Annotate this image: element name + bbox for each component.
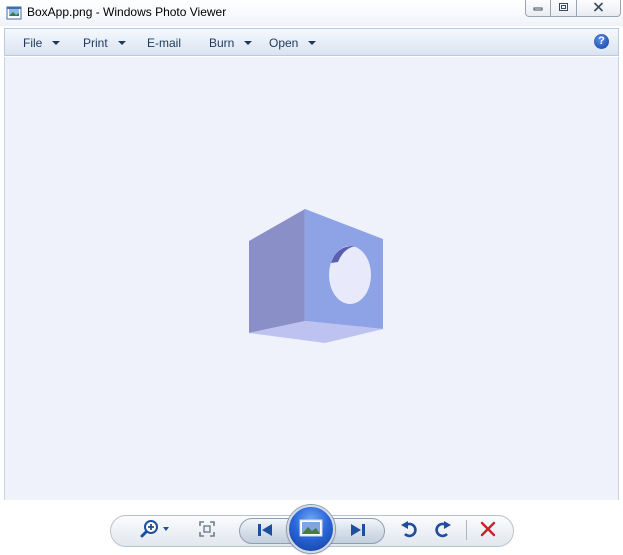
menu-email[interactable]: E-mail xyxy=(147,36,181,50)
title-bar[interactable]: BoxApp.png - Windows Photo Viewer xyxy=(0,0,623,26)
zoom-button[interactable] xyxy=(138,518,172,542)
menu-burn[interactable]: Burn xyxy=(209,36,253,50)
close-icon xyxy=(593,1,604,15)
rotate-clockwise-button[interactable] xyxy=(431,518,455,542)
menu-file[interactable]: File xyxy=(23,36,61,50)
restore-icon xyxy=(558,1,569,15)
delete-button[interactable] xyxy=(477,519,499,541)
chevron-down-icon xyxy=(117,41,126,45)
skip-previous-icon xyxy=(256,523,274,540)
minimize-button[interactable] xyxy=(525,0,551,17)
actual-size-button[interactable] xyxy=(196,519,218,541)
minimize-icon xyxy=(533,1,543,15)
window-title: BoxApp.png - Windows Photo Viewer xyxy=(27,5,227,19)
menu-burn-label: Burn xyxy=(209,36,235,50)
caption-buttons xyxy=(525,0,621,18)
rotate-counterclockwise-button[interactable] xyxy=(397,518,421,542)
slideshow-icon xyxy=(299,519,323,540)
rotate-right-icon xyxy=(434,519,452,542)
help-icon: ? xyxy=(598,35,605,47)
close-button[interactable] xyxy=(577,0,621,17)
help-button[interactable]: ? xyxy=(594,34,609,49)
menu-print-label: Print xyxy=(83,36,108,50)
skip-next-icon xyxy=(349,523,367,540)
slideshow-button[interactable] xyxy=(287,505,335,553)
menu-file-label: File xyxy=(23,36,43,50)
photo-viewer-icon xyxy=(6,5,22,21)
menu-open-label: Open xyxy=(269,36,299,50)
toolbar-separator xyxy=(466,520,467,540)
rotate-left-icon xyxy=(400,519,418,542)
previous-button[interactable] xyxy=(250,520,280,542)
delete-x-icon xyxy=(480,521,496,540)
chevron-down-icon xyxy=(308,41,317,45)
fit-window-icon xyxy=(198,520,216,541)
next-button[interactable] xyxy=(343,520,373,542)
menu-open[interactable]: Open xyxy=(269,36,317,50)
chevron-down-icon xyxy=(244,41,253,45)
restore-button[interactable] xyxy=(551,0,577,17)
chevron-down-icon xyxy=(52,41,61,45)
magnifier-plus-icon xyxy=(140,518,170,543)
menu-bar: File Print E-mail Burn Open ? xyxy=(4,28,619,56)
menu-email-label: E-mail xyxy=(147,36,182,50)
3d-box-image xyxy=(243,209,383,347)
image-viewer-area[interactable] xyxy=(4,57,619,500)
menu-print[interactable]: Print xyxy=(83,36,126,50)
